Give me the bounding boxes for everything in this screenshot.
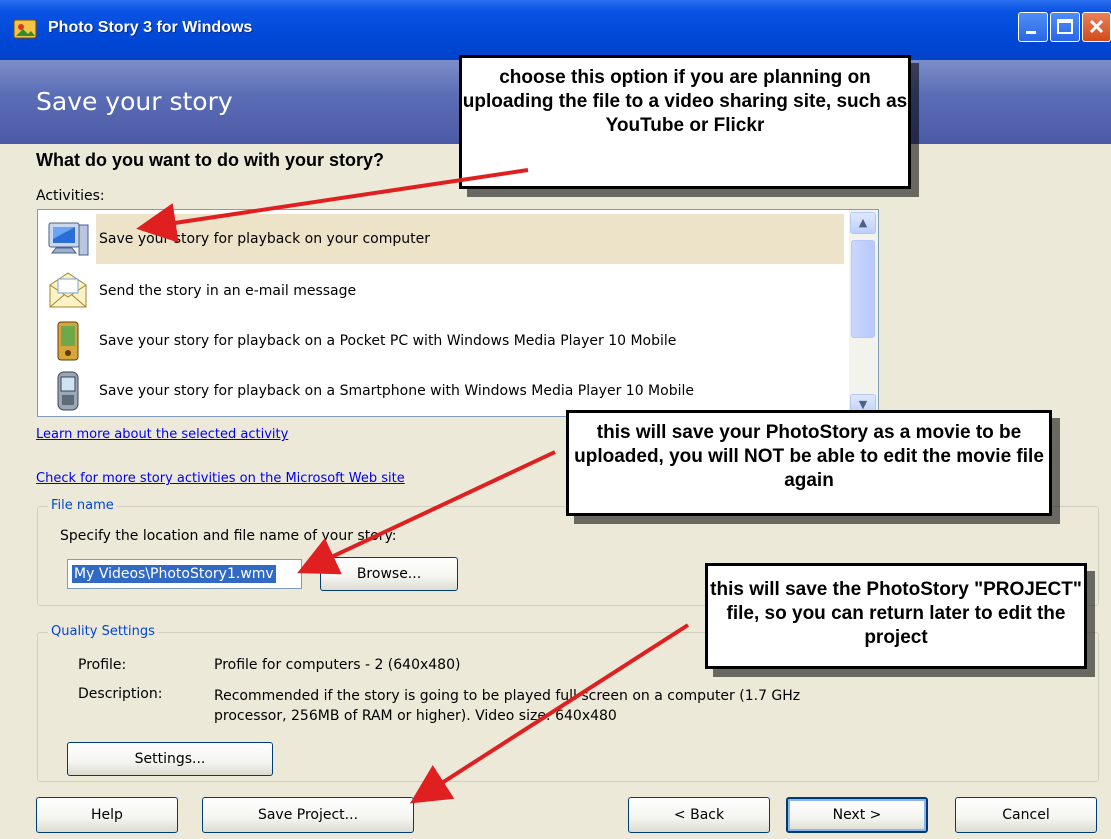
activity-item-computer[interactable]: Save your story for playback on your com… [38,214,844,264]
activities-scrollbar[interactable]: ▲ ▼ [849,210,878,416]
annotation-callout-upload: choose this option if you are planning o… [459,55,911,189]
close-button[interactable] [1082,12,1111,42]
close-icon [1089,19,1104,34]
activity-label: Save your story for playback on a Pocket… [99,333,677,349]
browse-button[interactable]: Browse... [320,557,458,591]
activity-item-email[interactable]: Send the story in an e-mail message [38,266,844,316]
section-question-heading: What do you want to do with your story? [36,150,384,170]
page-title: Save your story [36,87,233,116]
email-envelope-icon [46,269,90,313]
window-title: Photo Story 3 for Windows [48,19,253,36]
help-button[interactable]: Help [36,797,178,833]
pocket-pc-icon [46,319,90,363]
check-more-activities-link[interactable]: Check for more story activities on the M… [36,471,405,486]
minimize-button[interactable] [1018,12,1048,42]
activity-label: Send the story in an e-mail message [99,283,357,299]
file-path-value: My Videos\PhotoStory1.wmv [72,565,276,583]
cancel-button[interactable]: Cancel [955,797,1097,833]
back-button[interactable]: < Back [628,797,770,833]
file-path-input[interactable]: My Videos\PhotoStory1.wmv [67,559,302,589]
profile-label: Profile: [78,657,127,673]
smartphone-icon [46,369,90,413]
maximize-button[interactable] [1050,12,1080,42]
activity-item-pocket-pc[interactable]: Save your story for playback on a Pocket… [38,316,844,366]
settings-button[interactable]: Settings... [67,742,273,776]
next-button[interactable]: Next > [786,797,928,833]
photo-story-app-icon [12,16,38,42]
maximize-icon [1057,19,1073,34]
computer-icon [46,217,90,261]
annotation-callout-movie: this will save your PhotoStory as a movi… [566,410,1052,516]
activity-item-smartphone[interactable]: Save your story for playback on a Smartp… [38,366,844,416]
quality-settings-legend: Quality Settings [48,624,158,639]
description-value: Recommended if the story is going to be … [214,688,801,724]
specify-location-label: Specify the location and file name of yo… [60,528,397,544]
profile-value: Profile for computers - 2 (640x480) [214,657,461,673]
description-label: Description: [78,686,163,702]
learn-more-link[interactable]: Learn more about the selected activity [36,427,288,442]
annotation-callout-project: this will save the PhotoStory "PROJECT" … [705,563,1087,669]
activity-label: Save your story for playback on your com… [96,214,844,264]
activities-list[interactable]: Save your story for playback on your com… [37,209,879,417]
file-name-legend: File name [48,498,117,513]
save-project-button[interactable]: Save Project... [202,797,414,833]
scrollbar-thumb[interactable] [851,240,875,338]
scroll-up-icon[interactable]: ▲ [850,212,876,234]
activity-label: Save your story for playback on a Smartp… [99,383,694,399]
activities-label: Activities: [36,188,105,204]
minimize-icon [1026,31,1036,34]
